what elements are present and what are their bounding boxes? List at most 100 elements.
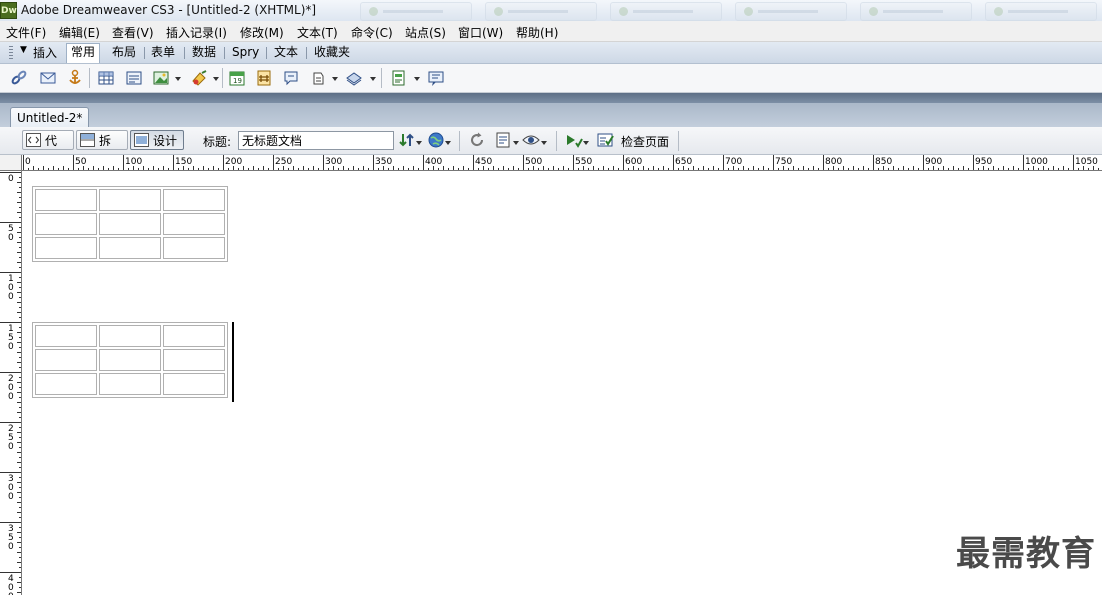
tab-separator: [144, 47, 145, 59]
validate-markup-icon[interactable]: [565, 131, 583, 149]
image-icon[interactable]: [152, 69, 170, 87]
table-cell[interactable]: [35, 237, 97, 259]
script-icon[interactable]: [345, 69, 363, 87]
head-icon[interactable]: [309, 69, 327, 87]
table-cell[interactable]: [35, 325, 97, 347]
image-dropdown-arrow-icon[interactable]: [175, 77, 181, 81]
email-link-icon[interactable]: [39, 69, 57, 87]
menu-modify[interactable]: 修改(M): [240, 24, 284, 41]
view-options-dropdown-icon[interactable]: [513, 141, 519, 145]
file-management-dropdown-icon[interactable]: [416, 141, 422, 145]
layout-table-2[interactable]: [32, 322, 228, 398]
preview-dropdown-icon[interactable]: [445, 141, 451, 145]
table-cell[interactable]: [35, 189, 97, 211]
templates-dropdown-arrow-icon[interactable]: [414, 77, 420, 81]
comment-icon[interactable]: [282, 69, 300, 87]
document-toolbar: 代码 拆分 设计 标题: 无标题文档 检查页面: [0, 127, 1102, 168]
menu-commands[interactable]: 命令(C): [351, 24, 393, 41]
ruler-label: 600: [625, 157, 642, 167]
templates-icon[interactable]: [390, 69, 408, 87]
named-anchor-icon[interactable]: [66, 69, 84, 87]
table-cell[interactable]: [163, 189, 225, 211]
ghost-tab: [610, 2, 722, 21]
table-cell[interactable]: [35, 213, 97, 235]
tab-favorites[interactable]: 收藏夹: [310, 44, 354, 61]
ruler-label: 850: [875, 157, 892, 167]
code-view-button[interactable]: 代码: [22, 130, 74, 168]
tag-chooser-icon[interactable]: [427, 69, 445, 87]
table-cell[interactable]: [163, 325, 225, 347]
tab-common[interactable]: 常用: [66, 43, 101, 63]
menu-site[interactable]: 站点(S): [405, 24, 446, 41]
file-management-icon[interactable]: [398, 131, 416, 149]
menu-text[interactable]: 文本(T): [297, 24, 338, 41]
refresh-icon[interactable]: [468, 131, 486, 149]
validate-dropdown-icon[interactable]: [583, 141, 589, 145]
table-row: [35, 189, 225, 211]
split-view-button[interactable]: 拆分: [76, 130, 128, 168]
menu-insert[interactable]: 插入记录(I): [166, 24, 227, 41]
table-cell[interactable]: [35, 373, 97, 395]
design-view-icon: [134, 133, 149, 147]
table-cell[interactable]: [99, 325, 161, 347]
table-cell[interactable]: [163, 237, 225, 259]
tab-spry[interactable]: Spry: [228, 44, 263, 61]
media-dropdown-arrow-icon[interactable]: [213, 77, 219, 81]
table-cell[interactable]: [163, 213, 225, 235]
layout-table-1[interactable]: [32, 186, 228, 262]
panel-grip-icon[interactable]: [9, 46, 13, 59]
table-cell[interactable]: [99, 213, 161, 235]
date-icon[interactable]: 19: [228, 69, 246, 87]
ruler-label: 250: [275, 157, 292, 167]
toolbar-separator: [381, 68, 382, 88]
collapse-arrow-icon[interactable]: ▼: [20, 45, 27, 55]
tab-layout[interactable]: 布局: [108, 44, 140, 61]
insert-panel-label[interactable]: 插入: [33, 44, 57, 61]
table-cell[interactable]: [35, 349, 97, 371]
table-cell[interactable]: [163, 349, 225, 371]
table-icon[interactable]: [97, 69, 115, 87]
design-canvas[interactable]: [23, 172, 1102, 595]
design-view-button[interactable]: 设计: [130, 130, 184, 150]
menu-view[interactable]: 查看(V): [112, 24, 154, 41]
tab-data[interactable]: 数据: [188, 44, 220, 61]
menu-file[interactable]: 文件(F): [6, 24, 46, 41]
tab-separator: [266, 47, 267, 59]
table-cell[interactable]: [99, 189, 161, 211]
server-side-include-icon[interactable]: [255, 69, 273, 87]
table-cell[interactable]: [99, 349, 161, 371]
menu-window[interactable]: 窗口(W): [458, 24, 503, 41]
menu-edit[interactable]: 编辑(E): [59, 24, 100, 41]
ruler-label: 400: [425, 157, 442, 167]
preview-browser-icon[interactable]: [427, 131, 445, 149]
ruler-label: 300: [325, 157, 342, 167]
check-page-icon[interactable]: [597, 131, 615, 149]
check-page-button[interactable]: 检查页面: [621, 133, 669, 150]
tab-text[interactable]: 文本: [270, 44, 302, 61]
page-title-input[interactable]: [238, 131, 394, 150]
watermark-text: 最需教育: [956, 534, 1096, 574]
ruler-label: 0: [8, 492, 14, 502]
visual-aids-dropdown-icon[interactable]: [541, 141, 547, 145]
document-tab[interactable]: Untitled-2*: [10, 107, 90, 128]
ghost-tab: [485, 2, 597, 21]
menu-help[interactable]: 帮助(H): [516, 24, 558, 41]
script-dropdown-arrow-icon[interactable]: [370, 77, 376, 81]
media-icon[interactable]: [190, 69, 208, 87]
table-cell[interactable]: [99, 373, 161, 395]
visual-aids-icon[interactable]: [522, 131, 540, 149]
table-row: [35, 237, 225, 259]
div-icon[interactable]: [125, 69, 143, 87]
ruler-corner[interactable]: [0, 155, 22, 171]
ruler-label: 0: [8, 542, 14, 552]
table-cell[interactable]: [163, 373, 225, 395]
ruler-label: 1000: [1025, 157, 1048, 167]
insertion-cursor: [232, 322, 234, 402]
table-row: [35, 213, 225, 235]
hyperlink-icon[interactable]: [10, 69, 28, 87]
tab-forms[interactable]: 表单: [147, 44, 179, 61]
head-dropdown-arrow-icon[interactable]: [332, 77, 338, 81]
code-view-icon: [26, 133, 41, 147]
table-cell[interactable]: [99, 237, 161, 259]
view-options-icon[interactable]: [495, 131, 513, 149]
